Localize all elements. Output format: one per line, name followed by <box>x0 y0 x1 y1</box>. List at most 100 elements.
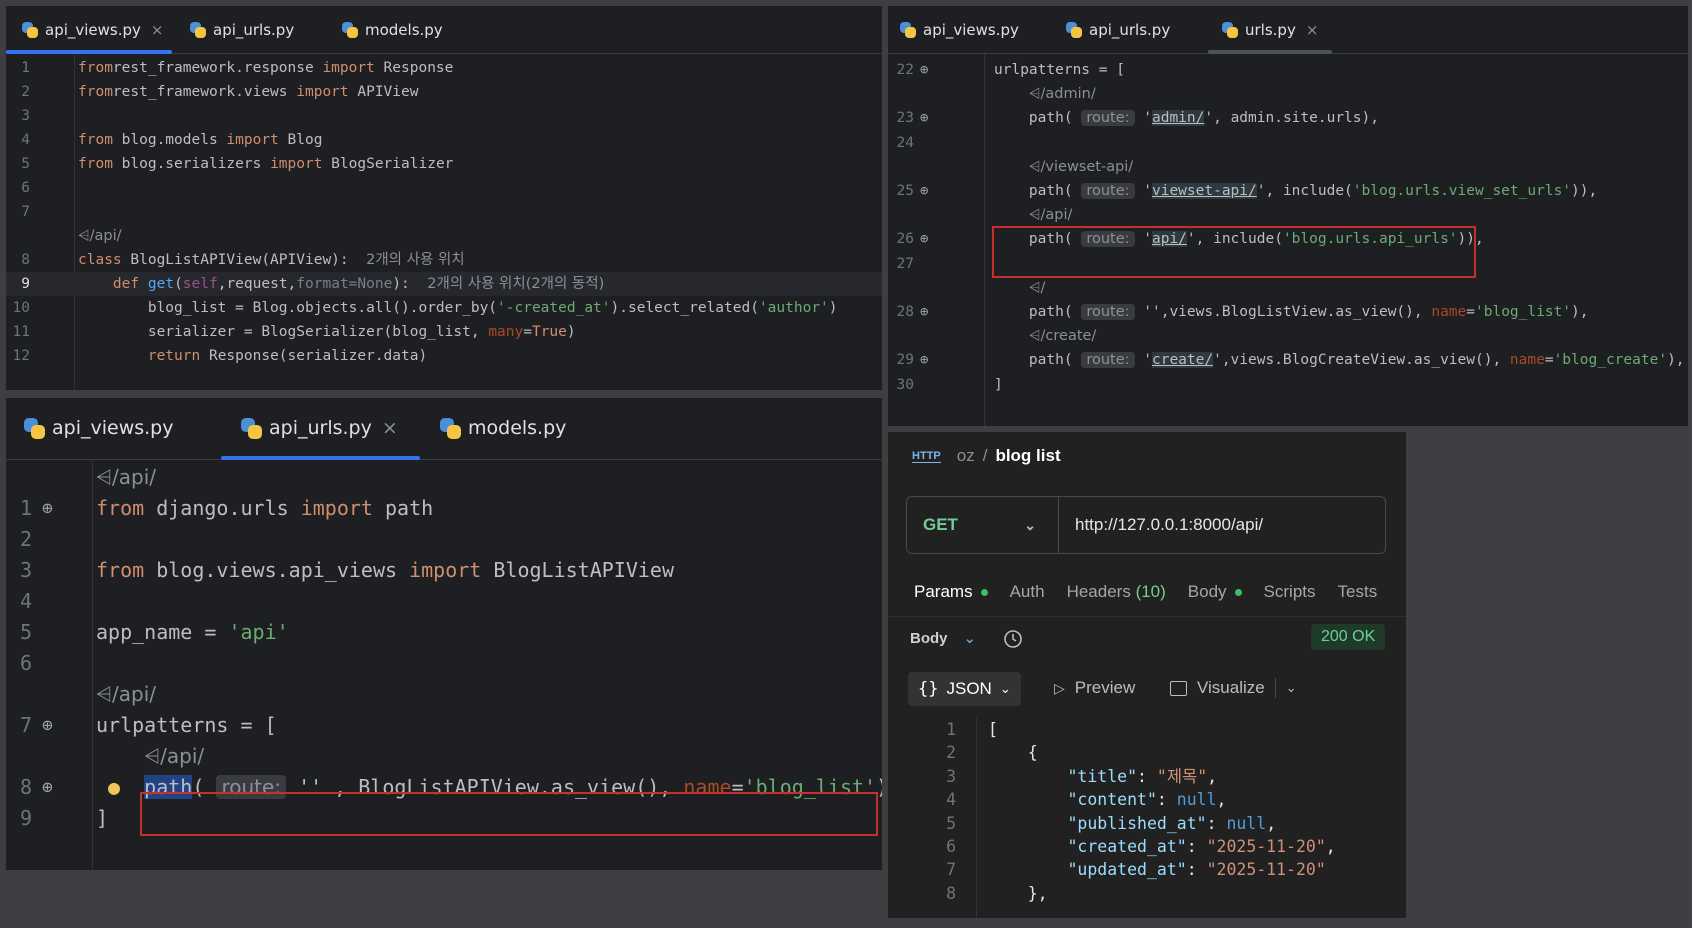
code-token: 'blog.urls.view_set_urls' <box>1352 183 1572 199</box>
preview-label: Preview <box>1074 678 1136 697</box>
visualize-label: Visualize <box>1197 678 1265 697</box>
editor-api-views: api_views.py × api_urls.py models.py 1 fr… <box>6 6 882 390</box>
url-input[interactable]: http://127.0.0.1:8000/api/ <box>1059 515 1263 535</box>
tab-api-urls[interactable]: api_urls.py <box>172 6 322 53</box>
code-token: admin/ <box>1151 110 1205 127</box>
close-icon[interactable]: × <box>382 417 398 439</box>
tab-tests[interactable]: Tests <box>1338 582 1378 602</box>
code-token: rest_framework.views <box>112 84 297 100</box>
tab-params[interactable]: Params <box>914 582 988 602</box>
breadcrumb-collection[interactable]: oz <box>957 446 975 466</box>
history-icon[interactable] <box>1002 628 1024 650</box>
code-token: route: <box>1081 183 1135 199</box>
globe-icon[interactable]: ⊕ <box>42 772 53 803</box>
response-json[interactable]: 1[2 {3 "title": "제목", 4 "content": null, 5… <box>888 718 1406 918</box>
code-token: return <box>147 348 201 364</box>
tab-api-views[interactable]: api_views.py <box>6 398 221 459</box>
line-number: 9 <box>21 276 30 292</box>
request-tabs: Params Auth Headers (10) Body Scripts Te… <box>914 582 1399 602</box>
code-text: ⩤/ <box>994 276 1046 300</box>
globe-icon[interactable]: ⊕ <box>920 179 928 203</box>
tab-label: api_views.py <box>45 20 141 39</box>
code-token: serializer = BlogSerializer(blog_list, <box>78 324 489 340</box>
code-token: '' <box>1134 304 1161 320</box>
code-token: )), <box>1571 183 1598 199</box>
globe-icon[interactable]: ⊕ <box>42 710 53 741</box>
tab-label: api_urls.py <box>213 20 295 39</box>
code-line: 11 serializer = BlogSerializer(blog_list… <box>6 320 882 344</box>
chevron-down-icon[interactable]: ⌄ <box>1286 680 1297 696</box>
request-title[interactable]: blog list <box>995 446 1060 466</box>
code-text: urlpatterns = [ <box>96 710 277 741</box>
code-token: django.urls <box>144 496 301 520</box>
line-number: 6 <box>946 837 956 856</box>
tab-body[interactable]: Body <box>1188 582 1242 602</box>
code-line: 6 <box>6 648 882 679</box>
code-line: 7 ⊕ urlpatterns = [ <box>6 710 882 741</box>
tab-models[interactable]: models.py <box>420 398 580 459</box>
preview-button[interactable]: ▷ Preview <box>1054 678 1135 698</box>
code-token: : <box>1137 766 1157 786</box>
tab-models[interactable]: models.py <box>322 6 457 53</box>
globe-icon[interactable]: ⊕ <box>920 58 928 82</box>
line-number: 25 <box>896 183 914 199</box>
code-text: ] <box>96 803 108 834</box>
tab-label: Tests <box>1337 582 1378 601</box>
line-number: 5 <box>19 620 32 644</box>
code-token: from <box>96 558 145 582</box>
globe-icon[interactable]: ⊕ <box>920 106 928 130</box>
code-text: "title": "제목", <box>988 765 1217 788</box>
code-token: ,views.BlogListView.as_view(), <box>1160 304 1432 320</box>
code-token: ) <box>566 324 576 340</box>
tab-headers[interactable]: Headers (10) <box>1067 582 1166 602</box>
tab-auth[interactable]: Auth <box>1010 582 1045 602</box>
code-token: urlpatterns = [ <box>96 713 277 737</box>
python-file-icon <box>190 21 206 38</box>
line-number: 7 <box>946 860 956 880</box>
globe-icon[interactable]: ⊕ <box>920 300 928 324</box>
format-select[interactable]: {} JSON ⌄ <box>908 672 1021 706</box>
method-select[interactable]: GET ⌄ <box>907 497 1059 553</box>
close-icon[interactable]: × <box>1306 21 1319 39</box>
response-body-toggle[interactable]: Body ⌄ <box>910 629 976 648</box>
globe-icon[interactable]: ⊕ <box>920 348 928 372</box>
code-token: = <box>1466 304 1475 320</box>
code-token: True <box>531 324 567 340</box>
image-icon <box>1170 680 1187 696</box>
code-token: import <box>296 84 349 100</box>
code-token: blog_list = Blog.objects.all().order_by( <box>78 300 498 316</box>
code-token: { <box>988 743 1038 763</box>
tab-api-urls[interactable]: api_urls.py × <box>221 398 420 460</box>
tab-api-urls[interactable]: api_urls.py <box>1054 6 1208 53</box>
tab-urls[interactable]: urls.py × <box>1208 6 1333 54</box>
tab-label: Body <box>1187 582 1227 601</box>
tab-api-views[interactable]: api_views.py × <box>6 6 172 54</box>
visualize-button[interactable]: Visualize ⌄ <box>1170 678 1297 698</box>
code-token: import <box>300 496 373 520</box>
chevron-down-icon: ⌄ <box>1024 516 1036 533</box>
close-icon[interactable]: × <box>151 21 164 39</box>
line-number: 4 <box>946 790 956 810</box>
globe-icon[interactable]: ⊕ <box>920 227 928 251</box>
code-text: fromrest_framework.views import APIView <box>78 80 418 104</box>
code-text: from blog.models import Blog <box>78 128 322 152</box>
code-token: blog.serializers <box>112 156 271 172</box>
code-line: ⩤/admin/ <box>888 82 1688 106</box>
code-text: "published_at": null, <box>988 812 1276 835</box>
tab-scripts[interactable]: Scripts <box>1264 582 1316 602</box>
code-token: ), <box>1667 352 1685 369</box>
code-token: ] <box>96 806 109 830</box>
code-token: "published_at" <box>1067 813 1207 833</box>
code-token: 'blog_list' <box>1475 304 1572 320</box>
tab-api-views[interactable]: api_views.py <box>888 6 1054 53</box>
code-token: path( <box>994 183 1082 199</box>
code-line: 5 "published_at": null, <box>888 812 1406 835</box>
code-token: ), <box>1571 304 1589 320</box>
code-token: blog.models <box>112 132 227 148</box>
code-area[interactable]: 1 fromrest_framework.response import Resp… <box>6 54 882 390</box>
globe-icon[interactable]: ⊕ <box>42 493 53 524</box>
